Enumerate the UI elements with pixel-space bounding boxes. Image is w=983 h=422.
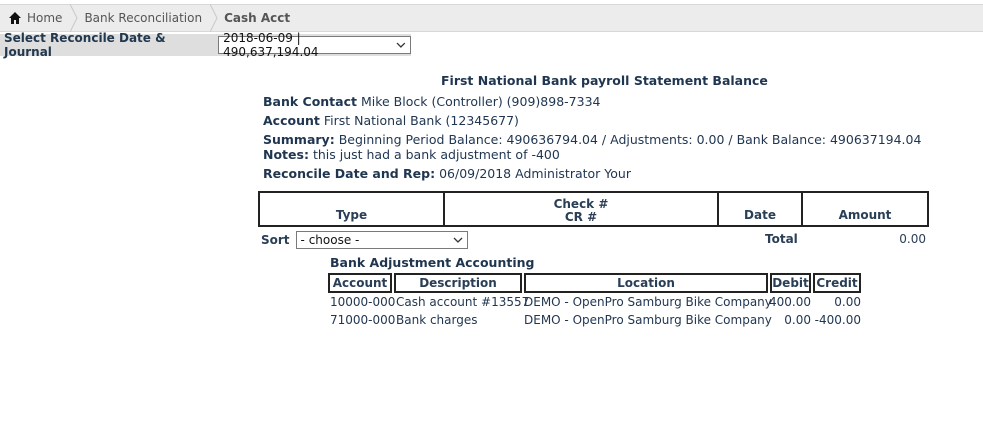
breadcrumb: Home Bank Reconciliation Cash Acct xyxy=(0,4,983,32)
account-value: First National Bank (12345677) xyxy=(323,113,519,128)
bank-contact-value: Mike Block (Controller) (909)898-7334 xyxy=(360,94,601,109)
table-row: 71000-000 Bank charges DEMO - OpenPro Sa… xyxy=(330,313,861,329)
summary-line: Summary: Beginning Period Balance: 49063… xyxy=(263,132,921,147)
adj-cell-account: 71000-000 xyxy=(330,313,396,327)
notes-label: Notes: xyxy=(263,147,309,162)
reconcile-selector-label: Select Reconcile Date & Journal xyxy=(4,31,166,59)
reconcile-label: Reconcile Date and Rep: xyxy=(263,166,436,181)
sort-select-value: - choose - xyxy=(300,233,360,247)
sort-label: Sort xyxy=(261,233,290,247)
adj-cell-location: DEMO - OpenPro Samburg Bike Company xyxy=(524,313,772,327)
column-header-type[interactable]: Type xyxy=(260,193,445,225)
home-icon xyxy=(9,12,21,24)
adj-cell-description: Cash account #13557 xyxy=(396,295,530,309)
column-header-amount[interactable]: Amount xyxy=(803,193,927,225)
chevron-down-icon xyxy=(453,237,463,243)
adj-header-debit[interactable]: Debit xyxy=(770,273,811,293)
adj-header-location[interactable]: Location xyxy=(524,273,768,293)
summary-label: Summary: xyxy=(263,132,335,147)
transactions-table-header: Type Check # CR # Date Amount xyxy=(258,191,929,227)
bank-contact-line: Bank Contact Mike Block (Controller) (90… xyxy=(263,94,600,109)
account-label: Account xyxy=(263,113,320,128)
adj-cell-debit: 0.00 xyxy=(784,313,811,327)
reconcile-select-value: 2018-06-09 | 490,637,194.04 xyxy=(223,31,319,59)
bank-contact-label: Bank Contact xyxy=(263,94,357,109)
adj-cell-account: 10000-000 xyxy=(330,295,396,309)
adjustment-table-header: Account Description Location Debit Credi… xyxy=(328,273,861,293)
breadcrumb-current-label: Cash Acct xyxy=(224,11,291,25)
adj-cell-location: DEMO - OpenPro Samburg Bike Company xyxy=(524,295,772,309)
breadcrumb-current: Cash Acct xyxy=(214,4,302,32)
breadcrumb-home[interactable]: Home xyxy=(0,4,78,32)
notes-value: this just had a bank adjustment of -400 xyxy=(312,147,560,162)
reconcile-line: Reconcile Date and Rep: 06/09/2018 Admin… xyxy=(263,166,631,181)
account-line: Account First National Bank (12345677) xyxy=(263,113,519,128)
reconcile-date-journal-select[interactable]: 2018-06-09 | 490,637,194.04 xyxy=(218,31,411,59)
adjustment-section-title: Bank Adjustment Accounting xyxy=(330,255,535,270)
breadcrumb-home-label: Home xyxy=(27,11,63,25)
column-header-check[interactable]: Check # CR # xyxy=(445,193,719,225)
total-label: Total xyxy=(765,232,798,246)
breadcrumb-bank-reconciliation[interactable]: Bank Reconciliation xyxy=(74,4,218,32)
summary-value: Beginning Period Balance: 490636794.04 /… xyxy=(338,132,922,147)
breadcrumb-level1-label: Bank Reconciliation xyxy=(84,11,203,25)
adj-header-credit[interactable]: Credit xyxy=(813,273,861,293)
adj-cell-credit: 0.00 xyxy=(834,295,861,309)
column-header-date[interactable]: Date xyxy=(719,193,803,225)
sort-select[interactable]: - choose - xyxy=(295,231,468,249)
sort-row: Sort - choose - xyxy=(261,231,468,249)
table-row: 10000-000 Cash account #13557 DEMO - Ope… xyxy=(330,295,861,311)
chevron-down-icon xyxy=(396,42,406,48)
adj-cell-description: Bank charges xyxy=(396,313,478,327)
statement-title: First National Bank payroll Statement Ba… xyxy=(441,73,768,88)
adj-header-account[interactable]: Account xyxy=(328,273,392,293)
reconcile-selector-row: Select Reconcile Date & Journal 2018-06-… xyxy=(0,31,411,59)
notes-line: Notes: this just had a bank adjustment o… xyxy=(263,147,560,162)
adj-header-description[interactable]: Description xyxy=(394,273,522,293)
adj-cell-debit: 400.00 xyxy=(769,295,811,309)
adj-cell-credit: -400.00 xyxy=(814,313,861,327)
reconcile-value: 06/09/2018 Administrator Your xyxy=(439,166,631,181)
total-value: 0.00 xyxy=(899,232,926,246)
